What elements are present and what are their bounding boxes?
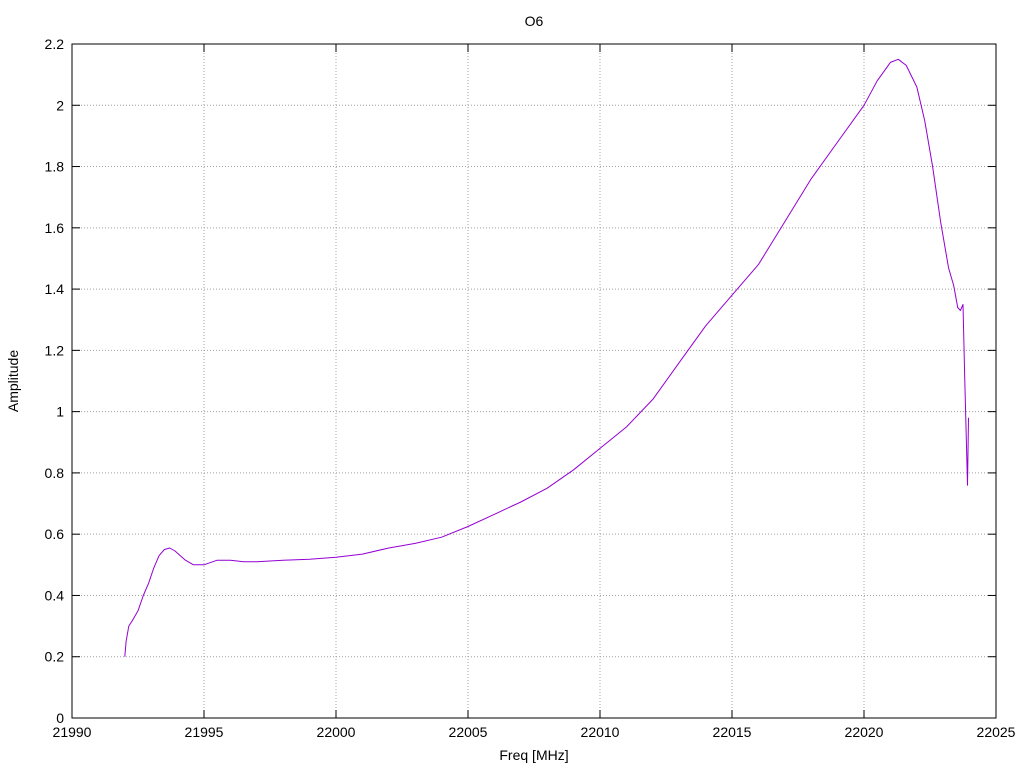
y-tick-label: 2 — [56, 97, 64, 113]
x-tick-label: 22005 — [449, 724, 488, 740]
y-tick-label: 2.2 — [45, 36, 65, 52]
x-tick-label: 22010 — [581, 724, 620, 740]
plot-border — [71, 43, 997, 719]
ticks: 21990 21995 22000 22005 22010 22015 22020 22025… — [45, 36, 1016, 740]
plot-frame — [71, 43, 997, 719]
y-tick-label: 0.6 — [45, 526, 65, 542]
x-tick-label: 22015 — [713, 724, 752, 740]
y-tick-label: 1.2 — [45, 342, 65, 358]
y-tick-label: 1.6 — [45, 220, 65, 236]
series-layer — [124, 58, 969, 657]
chart-title: O6 — [525, 13, 544, 29]
x-tick-label: 22020 — [845, 724, 884, 740]
y-tick-label: 0 — [56, 710, 64, 726]
y-axis-label: Amplitude — [5, 350, 21, 412]
grid-lines — [72, 44, 996, 718]
y-tick-label: 0.8 — [45, 465, 65, 481]
series-line-0 — [124, 58, 969, 657]
x-tick-label: 22025 — [977, 724, 1016, 740]
x-tick-label: 21995 — [185, 724, 224, 740]
x-axis-label: Freq [MHz] — [499, 747, 568, 763]
x-tick-label: 21990 — [53, 724, 92, 740]
y-tick-label: 0.4 — [45, 587, 65, 603]
y-tick-label: 1 — [56, 404, 64, 420]
x-tick-label: 22000 — [317, 724, 356, 740]
y-tick-label: 1.4 — [45, 281, 65, 297]
y-tick-label: 0.2 — [45, 649, 65, 665]
y-tick-label: 1.8 — [45, 159, 65, 175]
chart-svg: 21990 21995 22000 22005 22010 22015 22020 22025… — [5, 13, 1016, 763]
